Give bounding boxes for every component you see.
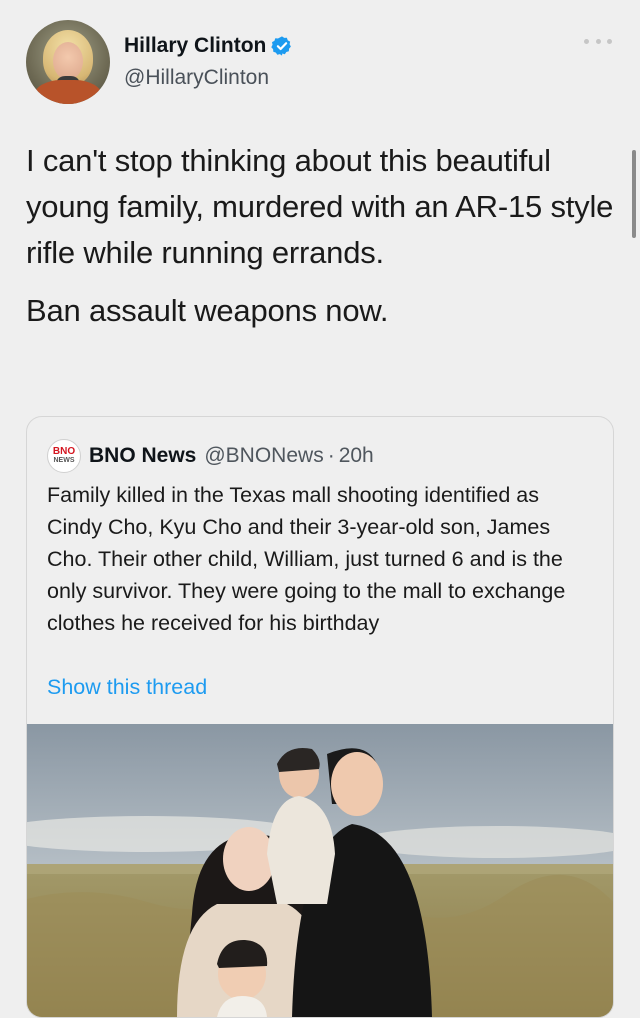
avatar-coat	[34, 80, 102, 104]
quoted-author-handle[interactable]: @BNONews	[204, 444, 323, 468]
author-name[interactable]: Hillary Clinton	[124, 34, 266, 58]
quoted-tweet-text: Family killed in the Texas mall shooting…	[47, 483, 566, 635]
author-name-row: Hillary Clinton	[124, 34, 293, 58]
verified-badge-icon	[271, 36, 292, 56]
bno-news-logo[interactable]: BNO NEWS	[47, 439, 81, 473]
author-avatar[interactable]	[26, 20, 110, 104]
quoted-timestamp[interactable]: 20h	[339, 444, 374, 468]
logo-text-bottom: NEWS	[53, 457, 75, 464]
logo-text-top: BNO	[52, 446, 76, 457]
tweet-paragraph: Ban assault weapons now.	[26, 293, 389, 328]
more-horizontal-icon[interactable]	[584, 36, 612, 46]
family-photo[interactable]	[27, 724, 613, 1017]
avatar-face	[53, 42, 83, 80]
scrollbar[interactable]	[632, 150, 636, 238]
more-dot	[595, 38, 601, 44]
show-thread-link[interactable]: Show this thread	[47, 675, 207, 700]
tweet-paragraph: I can't stop thinking about this beautif…	[26, 143, 614, 270]
quoted-tweet[interactable]: BNO NEWS BNO News @BNONews · 20h Family …	[26, 416, 614, 1018]
author-handle[interactable]: @HillaryClinton	[124, 66, 269, 90]
quoted-author-name[interactable]: BNO News	[89, 444, 196, 468]
more-dot	[584, 38, 589, 44]
tweet-header: Hillary Clinton @HillaryClinton	[26, 20, 620, 106]
quoted-tweet-header: BNO NEWS BNO News @BNONews · 20h	[47, 439, 374, 473]
tweet-body: I can't stop thinking about this beautif…	[26, 138, 616, 334]
more-dot	[607, 38, 612, 44]
separator-dot: ·	[327, 444, 335, 467]
